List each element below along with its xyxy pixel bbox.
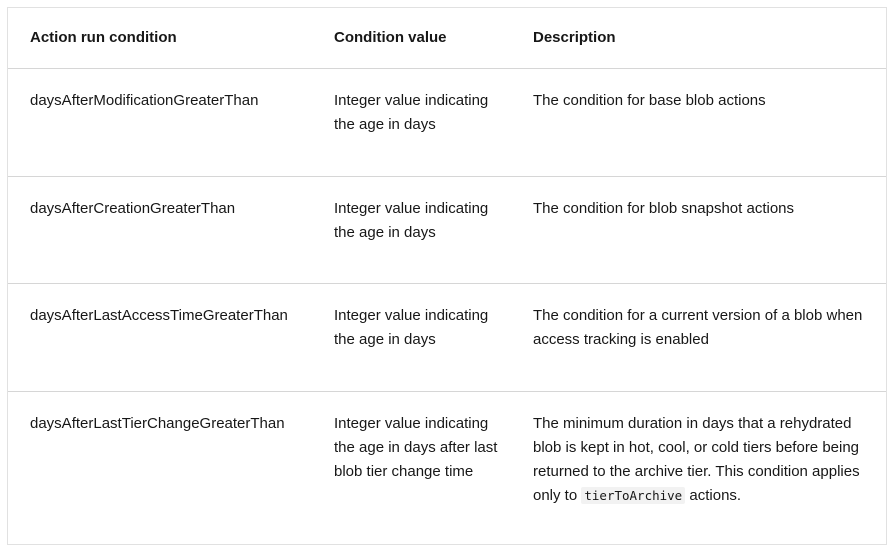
table-header-row: Action run condition Condition value Des… [8, 8, 886, 69]
description-text: The minimum duration in days that a rehy… [533, 412, 878, 508]
cell-condition: daysAfterLastTierChangeGreaterThan [30, 414, 285, 432]
cell-value: Integer value indicating the age in days [312, 68, 511, 177]
description-text: The condition for blob snapshot actions [533, 199, 794, 217]
table-row: daysAfterModificationGreaterThan Integer… [8, 68, 886, 177]
header-description: Description [511, 8, 886, 69]
description-text: The condition for base blob actions [533, 91, 766, 109]
cell-value: Integer value indicating the age in days [312, 176, 511, 284]
header-condition-value: Condition value [312, 8, 511, 69]
cell-value: Integer value indicating the age in days [312, 283, 511, 392]
cell-description: The condition for blob snapshot actions [511, 176, 886, 284]
header-action-run-condition: Action run condition [8, 8, 312, 69]
conditions-table: Action run condition Condition value Des… [8, 8, 886, 544]
description-text-after-code: actions. [685, 486, 742, 504]
cell-value: Integer value indicating the age in days… [334, 414, 498, 480]
table-row: daysAfterCreationGreaterThan Integer val… [8, 176, 886, 284]
description-text: The condition for a current version of a… [533, 306, 863, 348]
cell-description: The condition for a current version of a… [511, 283, 886, 392]
cell-description: The minimum duration in days that a rehy… [511, 391, 886, 544]
table-row: daysAfterLastAccessTimeGreaterThan Integ… [8, 283, 886, 392]
inline-code-tierToArchive: tierToArchive [581, 486, 686, 504]
cell-condition: daysAfterLastAccessTimeGreaterThan [8, 283, 312, 392]
conditions-table-container: Action run condition Condition value Des… [7, 7, 887, 545]
cell-condition: daysAfterCreationGreaterThan [8, 176, 312, 284]
table-row: daysAfterLastTierChangeGreaterThan Integ… [8, 391, 886, 544]
cell-condition: daysAfterModificationGreaterThan [8, 68, 312, 177]
cell-description: The condition for base blob actions [511, 68, 886, 177]
